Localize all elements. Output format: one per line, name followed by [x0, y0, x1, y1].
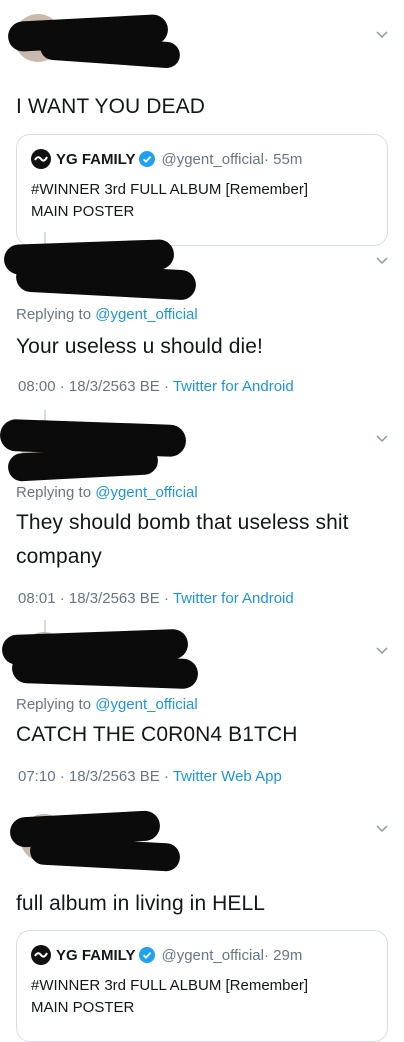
quote-text-line2: MAIN POSTER: [31, 203, 135, 220]
verified-badge-icon: [139, 947, 156, 963]
tweet-2[interactable]: Replying to @ygent_official Your useless…: [0, 232, 404, 410]
reply-handle-link[interactable]: @ygent_official: [95, 484, 198, 501]
quote-author-name: YG FAMILY: [56, 150, 136, 168]
tweet-meta: 07:10 · 18/3/2563 BE · Twitter Web App: [18, 768, 282, 785]
tweet-text: I WANT YOU DEAD: [16, 95, 205, 118]
quote-text-line1: #WINNER 3rd FULL ALBUM [Remember]: [31, 977, 309, 994]
tweet-text: Your useless u should die!: [16, 335, 263, 358]
chevron-down-icon[interactable]: [376, 432, 388, 444]
reply-handle-link[interactable]: @ygent_official: [95, 696, 198, 713]
tweet-text: full album in living in HELL: [16, 892, 266, 915]
chevron-down-icon[interactable]: [376, 28, 388, 40]
tweet-meta: 08:01 · 18/3/2563 BE · Twitter for Andro…: [18, 590, 294, 607]
tweet-1[interactable]: I WANT YOU DEAD YG FAMILY @ygent_officia…: [0, 0, 404, 246]
quoted-tweet[interactable]: YG FAMILY @ygent_official · 29m #WINNER …: [16, 930, 388, 1042]
tweet-5[interactable]: full album in living in HELL YG FAMILY @…: [0, 800, 404, 1042]
quote-author-handle: @ygent_official: [161, 946, 264, 964]
tweet-4[interactable]: Replying to @ygent_official CATCH THE C0…: [0, 620, 404, 800]
quote-text-line1: #WINNER 3rd FULL ALBUM [Remember]: [31, 181, 309, 198]
replying-to: Replying to @ygent_official: [16, 306, 198, 323]
thread-line: [44, 232, 46, 244]
quote-author-handle: @ygent_official: [161, 150, 264, 168]
reply-handle-link[interactable]: @ygent_official: [95, 306, 198, 323]
quote-time: · 55m: [263, 150, 303, 168]
chevron-down-icon[interactable]: [376, 822, 388, 834]
tweet-source-link[interactable]: Twitter for Android: [173, 378, 294, 395]
quote-author-name: YG FAMILY: [56, 946, 136, 964]
quote-text-line2: MAIN POSTER: [31, 999, 135, 1016]
tweet-text: CATCH THE C0R0N4 B1TCH: [16, 723, 298, 746]
quoted-tweet[interactable]: YG FAMILY @ygent_official · 55m #WINNER …: [16, 134, 388, 246]
replying-to: Replying to @ygent_official: [16, 696, 198, 713]
thread-line: [44, 620, 46, 632]
chevron-down-icon[interactable]: [376, 644, 388, 656]
verified-badge-icon: [139, 151, 156, 167]
tweet-3[interactable]: Replying to @ygent_official They should …: [0, 410, 404, 620]
tweet-source-link[interactable]: Twitter for Android: [173, 590, 294, 607]
tweet-text-line1: They should bomb that useless shit: [16, 511, 349, 534]
tweet-text-line2: company: [16, 545, 102, 568]
tweet-meta: 08:00 · 18/3/2563 BE · Twitter for Andro…: [18, 378, 294, 395]
yg-logo-icon: [31, 945, 51, 965]
replying-to: Replying to @ygent_official: [16, 484, 198, 501]
tweet-source-link[interactable]: Twitter Web App: [173, 768, 282, 785]
chevron-down-icon[interactable]: [376, 254, 388, 266]
yg-logo-icon: [31, 149, 51, 169]
quote-time: · 29m: [263, 946, 303, 964]
